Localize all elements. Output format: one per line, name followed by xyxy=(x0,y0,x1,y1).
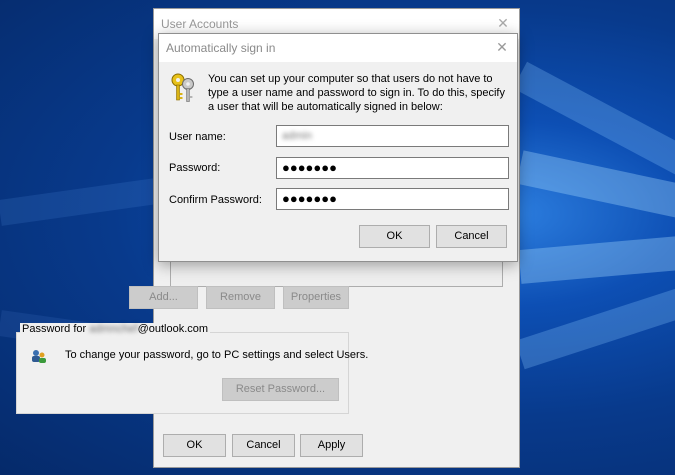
password-group-box xyxy=(16,332,349,414)
properties-button[interactable]: Properties xyxy=(283,286,349,309)
password-group-legend: Password for admnchef@outlook.com xyxy=(20,323,211,335)
wallpaper-light-beam xyxy=(0,177,161,226)
keys-icon xyxy=(171,73,194,102)
wallpaper-light-beam xyxy=(516,150,675,234)
confirm-password-field[interactable]: ●●●●●●● xyxy=(276,188,509,210)
legend-prefix: Password for xyxy=(22,323,90,335)
users-password-icon xyxy=(32,350,46,363)
password-field[interactable]: ●●●●●●● xyxy=(276,157,509,179)
user-accounts-title: User Accounts xyxy=(161,17,239,31)
blurred-user-name: admin xyxy=(282,130,312,142)
password-label: Password: xyxy=(169,162,221,174)
user-name-field[interactable]: admin xyxy=(276,125,509,147)
add-user-button[interactable]: Add... xyxy=(129,286,198,309)
accounts-ok-button[interactable]: OK xyxy=(163,434,226,457)
dialog-titlebar: Automatically sign in ✕ xyxy=(159,34,517,62)
blurred-account-name: admnchef xyxy=(89,323,138,335)
accounts-cancel-button[interactable]: Cancel xyxy=(232,434,295,457)
remove-user-button[interactable]: Remove xyxy=(206,286,275,309)
dialog-title: Automatically sign in xyxy=(166,41,276,55)
password-masked-value: ●●●●●●● xyxy=(282,160,337,175)
confirm-password-label: Confirm Password: xyxy=(169,194,262,206)
auto-sign-in-dialog: Automatically sign in ✕ You can set up y… xyxy=(158,33,518,262)
close-icon[interactable]: ✕ xyxy=(495,15,511,31)
change-password-info: To change your password, go to PC settin… xyxy=(65,349,369,361)
reset-password-button[interactable]: Reset Password... xyxy=(222,378,339,401)
dialog-ok-button[interactable]: OK xyxy=(359,225,430,248)
wallpaper-light-beam xyxy=(518,229,675,284)
dialog-description: You can set up your computer so that use… xyxy=(208,73,505,113)
user-name-label: User name: xyxy=(169,131,226,143)
close-icon[interactable]: ✕ xyxy=(494,39,510,55)
dialog-cancel-button[interactable]: Cancel xyxy=(436,225,507,248)
legend-domain: @outlook.com xyxy=(137,323,209,335)
confirm-password-masked-value: ●●●●●●● xyxy=(282,191,337,206)
accounts-apply-button[interactable]: Apply xyxy=(300,434,363,457)
